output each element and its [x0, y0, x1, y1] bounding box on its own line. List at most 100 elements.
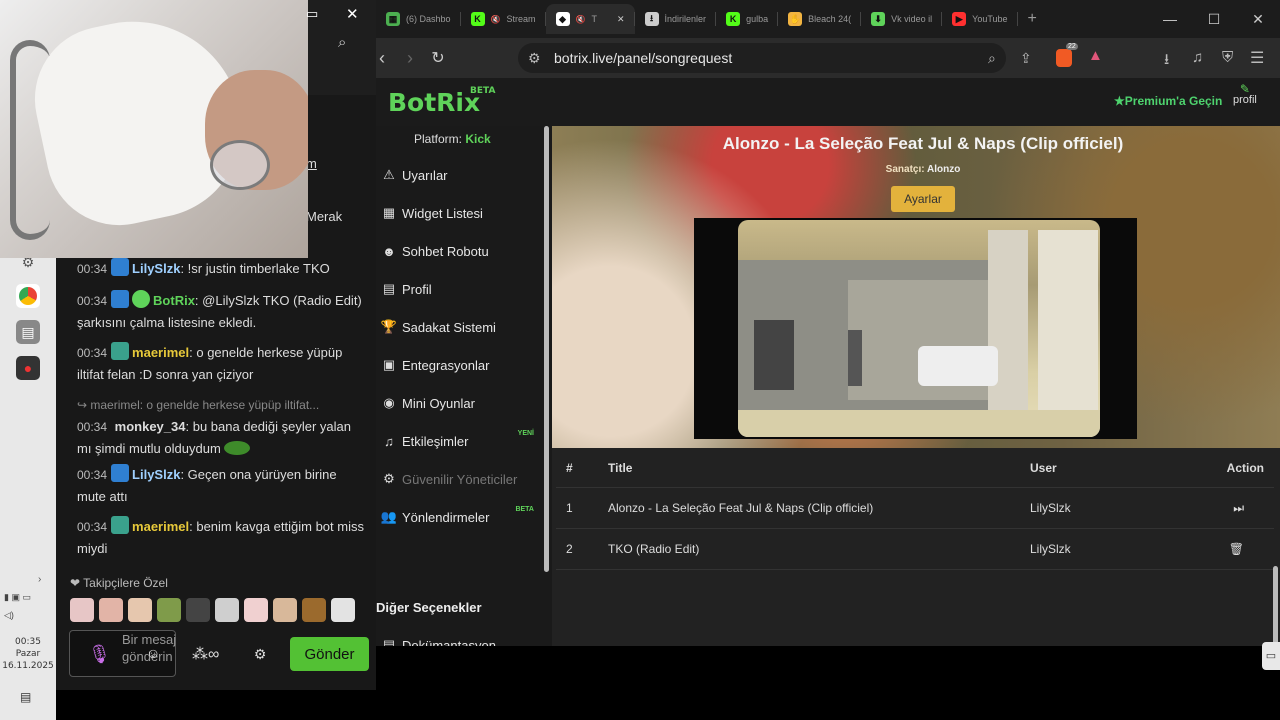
mute-icon[interactable]: 🔇 [491, 15, 501, 24]
browser-tab[interactable]: ▶ YouTube [942, 4, 1018, 34]
integration-icon: ▣ [382, 357, 396, 372]
app-icon[interactable]: ▤ [16, 320, 40, 344]
zoom-icon[interactable]: ⌕ [988, 50, 996, 67]
points-icon[interactable]: ⁂∞ [192, 646, 219, 663]
username[interactable]: LilySlzk [132, 467, 180, 482]
username[interactable]: BotRix [153, 293, 195, 308]
profile-link[interactable]: ✎ profil [1233, 83, 1257, 106]
reload-icon[interactable]: ↻ [426, 46, 450, 70]
send-button[interactable]: Gönder [290, 637, 369, 671]
browser-tab[interactable]: Kgulba [716, 4, 779, 34]
chrome-icon[interactable] [16, 284, 40, 308]
row-title: Alonzo - La Seleção Feat Jul & Naps (Cli… [608, 501, 874, 515]
logo-beta-badge: BETA [470, 86, 496, 96]
table-scrollbar[interactable] [1273, 566, 1278, 646]
username[interactable]: monkey_34 [115, 419, 186, 434]
emote-icon[interactable] [157, 598, 181, 622]
skip-icon[interactable]: ⏭ [1190, 501, 1274, 516]
sidebar-scrollbar[interactable] [544, 126, 549, 572]
volume-icon[interactable]: ◁) [4, 610, 14, 621]
minimize-icon[interactable]: — [1148, 0, 1192, 38]
side-widget-icon[interactable]: ▭ [1262, 642, 1280, 670]
emote-icon[interactable] [244, 598, 268, 622]
search-icon[interactable]: ⌕ [338, 34, 346, 51]
browser-tab[interactable]: ▦ (6) Dashbo [376, 4, 461, 34]
obs-icon[interactable]: ● [16, 356, 40, 380]
menu-icon[interactable]: ☰ [1250, 48, 1264, 68]
forward-icon[interactable]: › [398, 46, 422, 70]
close-chat-icon[interactable]: ✕ [346, 5, 359, 23]
video-player[interactable] [694, 218, 1137, 439]
url-text[interactable]: botrix.live/panel/songrequest [554, 50, 732, 66]
sidebar-item[interactable]: ▦ Widget Listesi [376, 198, 544, 228]
brave-shield-icon[interactable] [1056, 49, 1072, 67]
notification-icon[interactable]: ▤ [20, 690, 31, 704]
sidebar-item-label: Yönlendirmeler [402, 509, 490, 525]
trash-icon[interactable]: 🗑 [1190, 542, 1274, 556]
username[interactable]: LilySlzk [132, 261, 180, 276]
browser-tab[interactable]: ⬇ Vk video il [861, 4, 943, 34]
tab-label: gulba [746, 14, 769, 24]
sidebar-item[interactable]: ▤ Dokümantasyon [376, 630, 544, 646]
share-icon[interactable]: ⇪ [1020, 50, 1032, 67]
tray-icons[interactable]: ▮ ▣ ▭ [4, 592, 31, 603]
emote-icon[interactable] [70, 598, 94, 622]
chat-message: 00:34 maerimel: o genelde herkese yüpüp i… [77, 342, 367, 386]
emote-icon[interactable] [331, 598, 355, 622]
download-icon[interactable]: ⭳ [1164, 49, 1169, 74]
emoji-icon[interactable]: ☺ [146, 645, 160, 661]
botrix-logo[interactable]: BotRix BETA [388, 86, 495, 117]
username[interactable]: maerimel [132, 345, 189, 360]
artist-line: Sanatçı: Alonzo [552, 164, 1280, 175]
popout-icon[interactable]: ▭ [306, 6, 318, 22]
settings-button[interactable]: Ayarlar [891, 186, 955, 212]
vpn-icon[interactable]: ⛨ [1222, 49, 1233, 66]
rewards-icon[interactable]: ▲ [1088, 47, 1103, 64]
close-icon[interactable]: ✕ [1236, 0, 1280, 38]
sidebar-item[interactable]: ◉ Mini Oyunlar [376, 388, 544, 418]
browser-tab[interactable]: K 🔇 Stream [461, 4, 546, 34]
clock[interactable]: 00:35 Pazar 16.11.2025 [0, 636, 56, 672]
sidebar-item[interactable]: ▤ Profil [376, 274, 544, 304]
chat-message: 00:34 maerimel: benim kavga ettiğim bot m… [77, 516, 367, 560]
emote-icon[interactable] [99, 598, 123, 622]
url-bar[interactable]: ⚙ botrix.live/panel/songrequest ⌕ [518, 43, 1006, 73]
username[interactable]: maerimel [132, 519, 189, 534]
browser-tab[interactable]: ⭳ İndirilenler [635, 4, 717, 34]
emote-icon[interactable] [215, 598, 239, 622]
tab-favicon-icon: ◆ [555, 12, 570, 26]
sidebar-item[interactable]: ♫ Etkileşimler YENİ [376, 426, 544, 456]
chevron-right-icon[interactable]: › [38, 574, 41, 585]
badge-icon [111, 290, 130, 308]
emote-icon[interactable] [302, 598, 326, 622]
sidebar-item[interactable]: ☻ Sohbet Robotu [376, 236, 544, 266]
emote-icon[interactable] [186, 598, 210, 622]
site-settings-icon[interactable]: ⚙ [528, 50, 541, 67]
sidebar-item[interactable]: ⚠ Uyarılar [376, 160, 544, 190]
badge-icon [111, 258, 130, 276]
media-icon[interactable]: ♫ [1192, 49, 1203, 66]
tab-close-icon[interactable]: ✕ [617, 14, 625, 25]
mute-icon[interactable]: 🔇 [576, 15, 586, 24]
new-tab-icon[interactable]: + [1018, 4, 1047, 34]
sidebar-item[interactable]: 🏆 Sadakat Sistemi [376, 312, 544, 342]
sidebar: Platform: Kick Diğer Seçenekler ⚠ Uyarıla… [376, 126, 549, 646]
microphone-icon[interactable]: 🎙 [88, 644, 111, 665]
col-user: User [1030, 460, 1057, 475]
sidebar-item[interactable]: ▣ Entegrasyonlar [376, 350, 544, 380]
now-playing-title: Alonzo - La Seleção Feat Jul & Naps (Cli… [722, 134, 1124, 153]
sidebar-item[interactable]: ⚙ Güvenilir Yöneticiler [376, 464, 544, 494]
chat-input[interactable]: 🎙 Bir mesaj gönderin ☺ [69, 630, 176, 677]
maximize-icon[interactable]: ☐ [1192, 0, 1236, 38]
tab-favicon-icon: ▶ [952, 12, 967, 26]
reply-preview[interactable]: ↪ maerimel: o genelde herkese yüpüp ilti… [77, 394, 367, 416]
queue-header: # Title User Action [556, 448, 1274, 488]
emote-icon[interactable] [273, 598, 297, 622]
emote-icon[interactable] [128, 598, 152, 622]
premium-link[interactable]: ★Premium'a Geçin [1114, 94, 1222, 108]
sidebar-item-label: Widget Listesi [402, 205, 483, 221]
gear-icon[interactable]: ⚙ [254, 646, 267, 662]
browser-tab[interactable]: ◆ 🔇 T ✕ [545, 4, 635, 34]
sidebar-item[interactable]: 👥 Yönlendirmeler BETA [376, 502, 544, 532]
browser-tab[interactable]: ✋ Bleach 24( [778, 4, 862, 34]
